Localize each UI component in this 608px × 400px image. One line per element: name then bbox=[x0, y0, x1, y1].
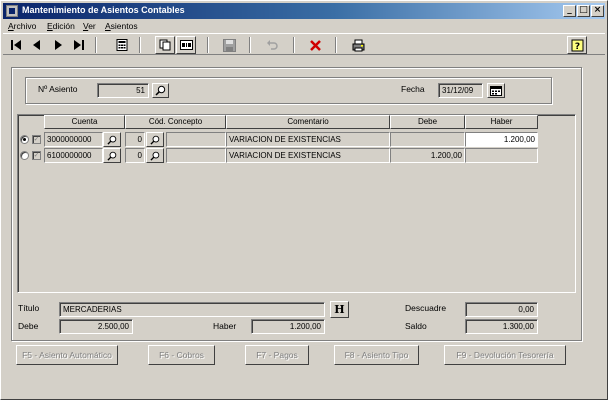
cuenta-cell[interactable]: 6100000000 bbox=[44, 148, 103, 163]
print-icon[interactable] bbox=[348, 36, 368, 54]
toolbar: ? bbox=[3, 33, 605, 55]
saldo-label: Saldo bbox=[405, 321, 427, 331]
minimize-icon[interactable]: _ bbox=[563, 5, 576, 17]
first-record-icon[interactable] bbox=[6, 36, 26, 54]
search-icon bbox=[107, 135, 117, 145]
titulo-field[interactable]: MERCADERIAS bbox=[59, 302, 325, 317]
help-icon[interactable]: ? bbox=[567, 36, 587, 54]
debe-label: Debe bbox=[18, 321, 39, 331]
calendar-icon bbox=[490, 86, 502, 96]
toolbar-separator bbox=[139, 37, 141, 53]
haber-cell[interactable]: 1.200,00 bbox=[465, 132, 538, 147]
pagos-button[interactable]: F7 - Pagos bbox=[245, 345, 309, 365]
search-asiento-button[interactable] bbox=[152, 83, 169, 98]
undo-icon[interactable] bbox=[262, 36, 282, 54]
menu-bar: Archivo Edición Ver Asientos bbox=[3, 20, 605, 33]
search-cuenta-button[interactable] bbox=[103, 132, 121, 147]
haber-cell[interactable] bbox=[465, 148, 538, 163]
descuadre-field: 0,00 bbox=[465, 302, 538, 317]
debe-total-field: 2.500,00 bbox=[59, 319, 133, 334]
toolbar-separator bbox=[249, 37, 251, 53]
column-header-debe[interactable]: Debe bbox=[390, 115, 465, 129]
h-button[interactable]: H bbox=[330, 301, 349, 318]
cobros-button[interactable]: F6 - Cobros bbox=[148, 345, 215, 365]
devolucion-tesoreria-button[interactable]: F9 - Devolución Tesorería bbox=[444, 345, 566, 365]
titulo-label: Título bbox=[18, 303, 40, 313]
delete-icon[interactable] bbox=[305, 36, 325, 54]
codigo-cell[interactable]: 0 bbox=[125, 132, 145, 147]
row-select-radio[interactable] bbox=[20, 151, 29, 160]
menu-archivo[interactable]: Archivo bbox=[8, 21, 36, 31]
concepto-cell[interactable] bbox=[166, 132, 226, 147]
cuenta-cell[interactable]: 3000000000 bbox=[44, 132, 103, 147]
asiento-label: Nº Asiento bbox=[38, 84, 78, 94]
calculator-icon[interactable] bbox=[112, 36, 132, 54]
column-header-comentario[interactable]: Comentario bbox=[226, 115, 390, 129]
debe-cell[interactable] bbox=[390, 132, 465, 147]
table-row[interactable]: ✓ 6100000000 0 VARIACION DE EXISTENCIAS … bbox=[19, 148, 574, 163]
haber-label: Haber bbox=[213, 321, 237, 331]
row-select-radio[interactable] bbox=[20, 135, 29, 144]
toolbar-separator bbox=[335, 37, 337, 53]
search-cuenta-button[interactable] bbox=[103, 148, 121, 163]
descuadre-label: Descuadre bbox=[405, 303, 447, 313]
search-concepto-button[interactable] bbox=[146, 132, 164, 147]
menu-asientos[interactable]: Asientos bbox=[105, 21, 138, 31]
comentario-cell[interactable]: VARIACION DE EXISTENCIAS bbox=[226, 132, 390, 147]
close-icon[interactable]: × bbox=[591, 5, 604, 17]
title-bar[interactable]: Mantenimiento de Asientos Contables _ □ … bbox=[3, 3, 605, 19]
toolbar-separator bbox=[293, 37, 295, 53]
concepto-cell[interactable] bbox=[166, 148, 226, 163]
codigo-cell[interactable]: 0 bbox=[125, 148, 145, 163]
saldo-field: 1.300,00 bbox=[465, 319, 538, 334]
search-icon bbox=[150, 135, 160, 145]
column-header-cuenta[interactable]: Cuenta bbox=[44, 115, 125, 129]
row-checkbox[interactable]: ✓ bbox=[32, 151, 41, 160]
fecha-field[interactable]: 31/12/09 bbox=[438, 83, 483, 98]
window-title: Mantenimiento de Asientos Contables bbox=[22, 5, 185, 15]
comentario-cell[interactable]: VARIACION DE EXISTENCIAS bbox=[226, 148, 390, 163]
search-icon bbox=[155, 85, 166, 96]
menu-edicion[interactable]: Edición bbox=[47, 21, 75, 31]
toolbar-separator bbox=[207, 37, 209, 53]
toolbar-separator bbox=[95, 37, 97, 53]
search-concepto-button[interactable] bbox=[146, 148, 164, 163]
save-icon[interactable] bbox=[219, 36, 239, 54]
last-record-icon[interactable] bbox=[69, 36, 89, 54]
haber-total-field: 1.200,00 bbox=[251, 319, 325, 334]
main-window: Mantenimiento de Asientos Contables _ □ … bbox=[0, 0, 608, 400]
asiento-number-field[interactable]: 51 bbox=[97, 83, 149, 98]
asiento-automatico-button[interactable]: F5 - Asiento Automático bbox=[16, 345, 118, 365]
maximize-icon[interactable]: □ bbox=[577, 5, 590, 17]
previous-record-icon[interactable] bbox=[27, 36, 47, 54]
menu-ver[interactable]: Ver bbox=[83, 21, 96, 31]
column-header-haber[interactable]: Haber bbox=[465, 115, 538, 129]
search-icon bbox=[150, 151, 160, 161]
column-header-codigo-concepto[interactable]: Cód. Concepto bbox=[125, 115, 226, 129]
debe-cell[interactable]: 1.200,00 bbox=[390, 148, 465, 163]
asiento-tipo-button[interactable]: F8 - Asiento Tipo bbox=[334, 345, 419, 365]
search-icon bbox=[107, 151, 117, 161]
table-row[interactable]: ✓ 3000000000 0 VARIACION DE EXISTENCIAS … bbox=[19, 132, 574, 147]
export-icon[interactable] bbox=[176, 36, 196, 54]
row-checkbox[interactable]: ✓ bbox=[32, 135, 41, 144]
calendar-button[interactable] bbox=[487, 83, 505, 98]
app-icon bbox=[6, 5, 18, 17]
svg-text:?: ? bbox=[574, 42, 579, 52]
fecha-label: Fecha bbox=[401, 84, 425, 94]
next-record-icon[interactable] bbox=[48, 36, 68, 54]
copy-icon[interactable] bbox=[155, 36, 175, 54]
